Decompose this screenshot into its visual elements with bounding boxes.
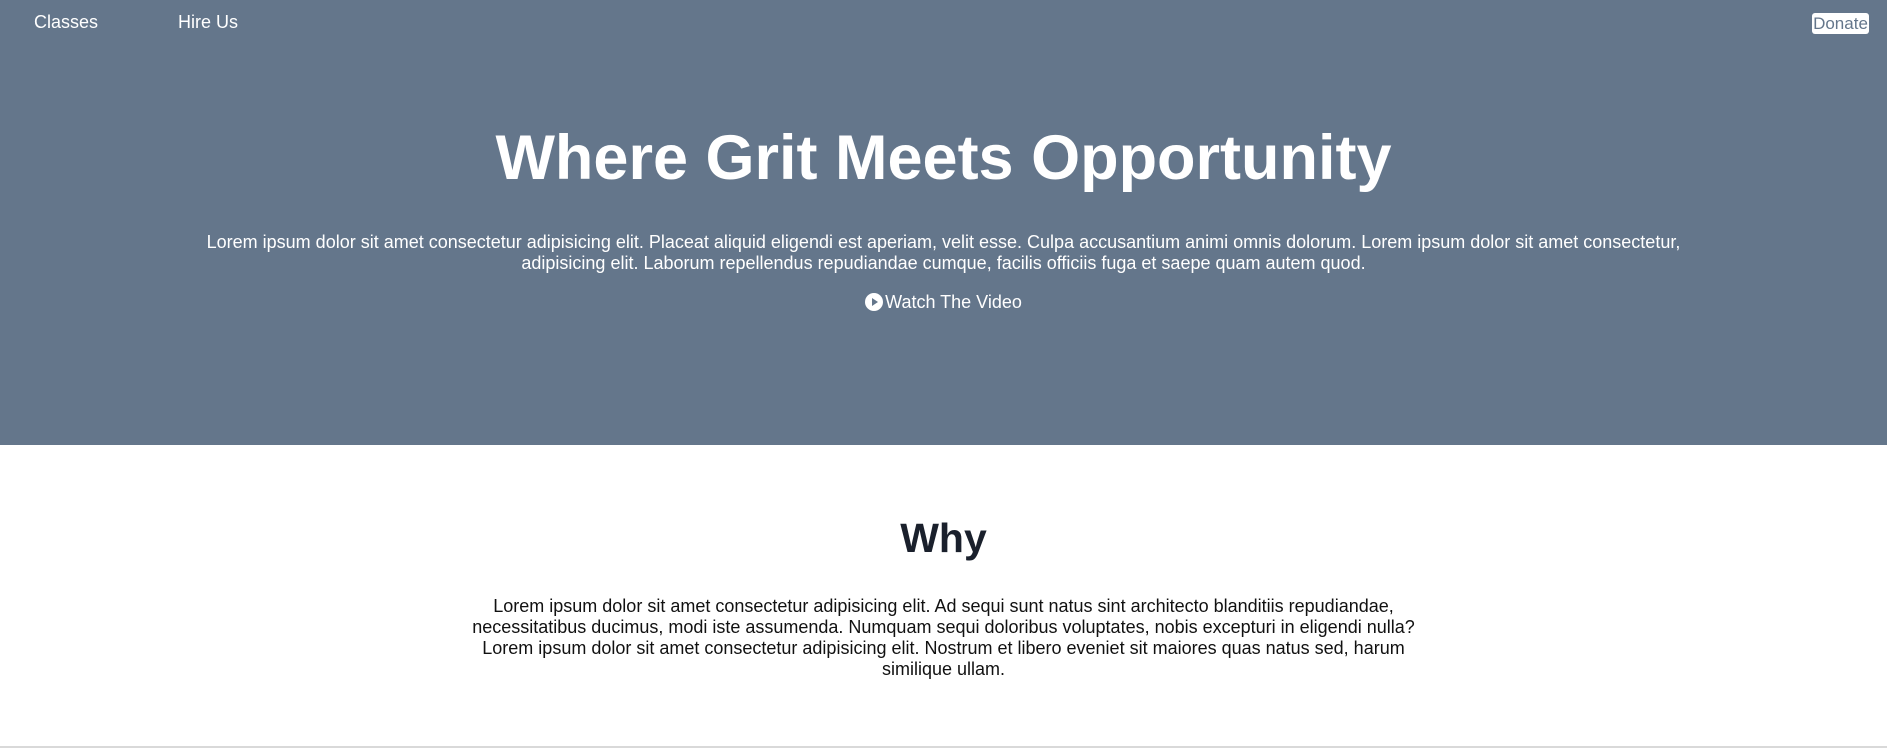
donate-button[interactable]: Donate <box>1812 13 1869 34</box>
why-description: Lorem ipsum dolor sit amet consectetur a… <box>472 596 1415 679</box>
why-title: Why <box>900 515 987 561</box>
watch-video-link[interactable]: Watch The Video <box>0 291 1887 313</box>
hero-section: Classes Hire Us Donate Where Grit Meets … <box>0 0 1887 445</box>
hero-description: Lorem ipsum dolor sit amet consectetur a… <box>206 232 1681 273</box>
nav-link-hire-us[interactable]: Hire Us <box>178 12 238 33</box>
top-nav: Classes Hire Us Donate <box>0 0 1887 46</box>
why-section: Why Lorem ipsum dolor sit amet consectet… <box>0 445 1887 748</box>
watch-video-label: Watch The Video <box>885 292 1022 312</box>
hero-title: Where Grit Meets Opportunity <box>495 123 1392 193</box>
play-circle-icon <box>865 293 884 311</box>
nav-link-classes[interactable]: Classes <box>34 12 98 33</box>
